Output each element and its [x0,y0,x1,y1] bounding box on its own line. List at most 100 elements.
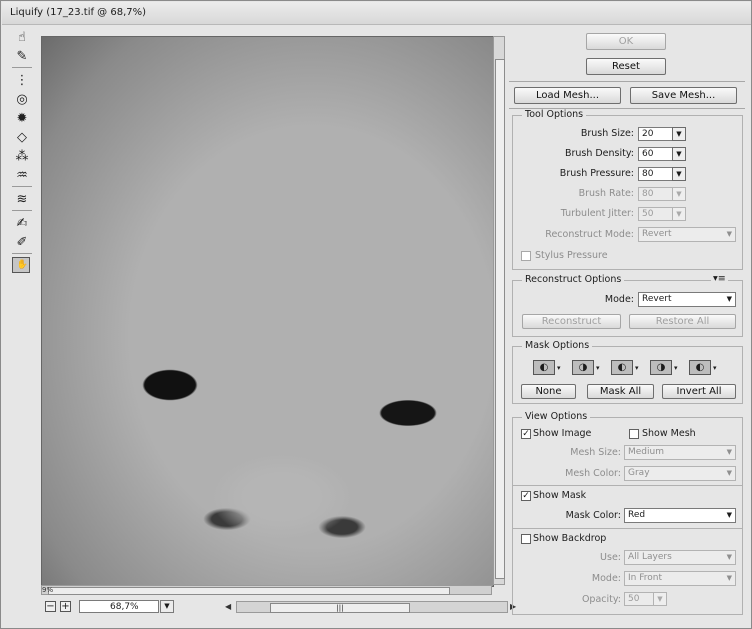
mirror-icon[interactable]: ♒ [12,166,32,184]
canvas-horizontal-scrollbar[interactable] [41,585,492,595]
pucker-icon[interactable]: ✹ [12,109,32,127]
chevron-down-icon[interactable]: ▾ [635,364,639,372]
zoom-dropdown-button[interactable]: ▼ [160,600,174,613]
show-mask-label: Show Mask [533,490,587,501]
stylus-pressure-label: Stylus Pressure [535,250,608,261]
turbulent-jitter-dropdown[interactable]: ▼ [672,207,686,221]
brush-rate-field[interactable]: 80 [638,187,673,201]
mask-options-title: Mask Options [522,340,593,351]
smooth-icon[interactable]: ⋮ [12,71,32,89]
panel-menu-icon[interactable]: ▾≡ [711,273,728,284]
image-preview-canvas[interactable] [41,36,494,587]
ok-button[interactable]: OK [586,33,666,50]
brush-rate-dropdown[interactable]: ▼ [672,187,686,201]
backdrop-mode-select[interactable]: In Front ▼ [624,571,736,586]
divider [513,485,742,486]
reconstruct-mode-select[interactable]: Revert ▼ [638,227,736,242]
title-bar: Liquify (17_23.tif @ 68,7%) [2,2,751,25]
backdrop-opacity-dropdown[interactable]: ▼ [653,592,667,606]
chevron-down-icon[interactable]: ▾ [713,364,717,372]
backdrop-use-value: All Layers [628,552,672,562]
hand-icon[interactable]: ✋ [12,257,30,273]
turbulence-icon[interactable]: ≋ [12,190,32,208]
chevron-down-icon: ▼ [726,553,732,561]
brush-size-dropdown[interactable]: ▼ [672,127,686,141]
brush-density-field[interactable]: 60 [638,147,673,161]
reconstruct-button[interactable]: Reconstruct [522,314,621,329]
toolbox-divider [12,67,32,68]
zoom-level-field[interactable]: 68,7% [79,600,159,613]
mask-none-button[interactable]: None [521,384,576,399]
show-mask-checkbox[interactable]: ✓ [521,491,531,501]
mesh-size-value: Medium [628,447,664,457]
reconstruct-options-title: Reconstruct Options [522,274,625,285]
forward-warp-icon[interactable]: ☝ [12,28,32,46]
mask-all-button[interactable]: Mask All [587,384,654,399]
backdrop-opacity-field[interactable]: 50 [624,592,654,606]
brush-pressure-dropdown[interactable]: ▼ [672,167,686,181]
mask-color-value: Red [628,510,646,520]
status-bar: − + 68,7% ▼ ◀ ||| ▶ [41,599,516,615]
load-mesh-button[interactable]: Load Mesh... [514,87,621,104]
brush-density-label: Brush Density: [564,148,634,159]
chevron-down-icon[interactable]: ▾ [596,364,600,372]
turbulent-jitter-field[interactable]: 50 [638,207,673,221]
chevron-down-icon: ▼ [726,448,732,456]
reconstruct-options-group: Reconstruct Options ▾≡ Mode: Revert ▼ Re… [512,273,743,337]
window-title: Liquify (17_23.tif @ 68,7%) [10,7,147,18]
scroll-left-arrow[interactable]: ◀ [225,602,231,611]
mask-color-select[interactable]: Red ▼ [624,508,736,523]
canvas-scroll-label: 9% [42,586,54,594]
intersect-with-selection-icon[interactable]: ◑ [650,360,672,375]
options-panel: OK Reset Load Mesh... Save Mesh... Tool … [509,26,745,622]
mesh-color-label: Mesh Color: [565,468,621,479]
reconstruct-mode-label: Reconstruct Mode: [545,229,634,240]
save-mesh-button[interactable]: Save Mesh... [630,87,737,104]
freeze-mask-icon[interactable]: ✍ [12,214,32,232]
zoom-out-button[interactable]: − [45,601,56,612]
backdrop-opacity-label: Opacity: [581,594,621,605]
push-left-icon[interactable]: ⁂ [12,147,32,165]
zoom-in-button[interactable]: + [60,601,71,612]
invert-selection-icon[interactable]: ◐ [689,360,711,375]
subtract-from-selection-icon[interactable]: ◐ [611,360,633,375]
reconstruct-icon[interactable]: ✎ [12,47,32,65]
show-backdrop-checkbox[interactable] [521,534,531,544]
chevron-down-icon[interactable]: ▾ [557,364,561,372]
horizontal-scroll-thumb[interactable]: ||| [270,603,410,613]
replace-selection-icon[interactable]: ◐ [533,360,555,375]
twirl-clockwise-icon[interactable]: ◎ [12,90,32,108]
reconstruct-option-mode-select[interactable]: Revert ▼ [638,292,736,307]
view-options-group: View Options ✓ Show Image Show Mesh Mesh… [512,411,743,615]
toolbox-divider [12,186,32,187]
brush-size-label: Brush Size: [580,128,634,139]
show-mesh-checkbox[interactable] [629,429,639,439]
add-to-selection-icon[interactable]: ◑ [572,360,594,375]
backdrop-use-select[interactable]: All Layers ▼ [624,550,736,565]
brush-size-field[interactable]: 20 [638,127,673,141]
bloat-icon[interactable]: ◇ [12,128,32,146]
mesh-color-select[interactable]: Gray ▼ [624,466,736,481]
show-image-checkbox[interactable]: ✓ [521,429,531,439]
mask-color-label: Mask Color: [565,510,621,521]
chevron-down-icon: ▼ [726,469,732,477]
divider [509,81,745,82]
brush-pressure-field[interactable]: 80 [638,167,673,181]
tool-options-group: Tool Options Brush Size: 20 ▼ Brush Dens… [512,109,743,270]
reset-button[interactable]: Reset [586,58,666,75]
chevron-down-icon: ▼ [726,230,732,238]
backdrop-mode-label: Mode: [591,573,621,584]
show-image-label: Show Image [533,428,592,439]
stylus-pressure-checkbox[interactable] [521,251,531,261]
chevron-down-icon[interactable]: ▾ [674,364,678,372]
invert-all-button[interactable]: Invert All [662,384,736,399]
canvas-horizontal-scroll-thumb[interactable] [48,587,450,595]
mesh-size-select[interactable]: Medium ▼ [624,445,736,460]
restore-all-button[interactable]: Restore All [629,314,736,329]
tool-options-title: Tool Options [522,109,587,120]
horizontal-scrollbar[interactable]: ||| [236,601,508,613]
vertical-scroll-thumb[interactable] [495,59,505,579]
vertical-scrollbar[interactable] [493,36,505,585]
thaw-mask-icon[interactable]: ✐ [12,233,32,251]
brush-density-dropdown[interactable]: ▼ [672,147,686,161]
